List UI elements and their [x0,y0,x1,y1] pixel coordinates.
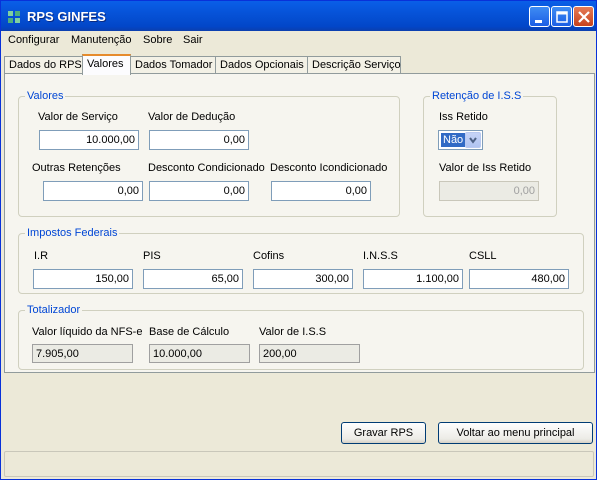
valor-servico-input[interactable] [39,130,139,150]
inss-input[interactable] [363,269,463,289]
menu-bar: Configurar Manutenção Sobre Sair [1,31,596,49]
desconto-incondicionado-label: Desconto Icondicionado [270,162,388,174]
minimize-icon [535,20,542,23]
menu-configurar[interactable]: Configurar [8,34,59,46]
menu-sobre[interactable]: Sobre [143,34,172,46]
valor-deducao-label: Valor de Dedução [148,111,236,123]
tab-valores[interactable]: Valores [82,54,131,75]
iss-retido-select[interactable]: Não [438,130,483,150]
retencao-legend: Retenção de I.S.S [432,90,522,102]
ir-input[interactable] [33,269,133,289]
valores-legend: Valores [27,90,64,102]
tab-dados-rps[interactable]: Dados do RPS [4,56,83,74]
tab-descricao-servico[interactable]: Descrição Serviço [307,56,401,74]
app-icon [8,11,20,23]
menu-manutencao[interactable]: Manutenção [71,34,132,46]
iss-retido-label: Iss Retido [439,111,488,123]
window-title: RPS GINFES [27,9,106,24]
tab-dados-opcionais[interactable]: Dados Opcionais [215,56,308,74]
valor-liquido-field [32,344,133,363]
valor-iss-label: Valor de I.S.S [259,326,327,338]
iss-retido-value: Não [441,133,466,147]
valor-iss-retido-label: Valor de Iss Retido [439,162,532,174]
voltar-menu-button[interactable]: Voltar ao menu principal [438,422,593,444]
title-bar: RPS GINFES [1,1,596,31]
base-calculo-label: Base de Cálculo [149,326,230,338]
cofins-input[interactable] [253,269,353,289]
gravar-rps-button[interactable]: Gravar RPS [341,422,426,444]
outras-retencoes-label: Outras Retenções [32,162,121,174]
menu-sair[interactable]: Sair [183,34,203,46]
status-bar [4,451,594,477]
pis-label: PIS [143,250,161,262]
desconto-incondicionado-input[interactable] [271,181,371,201]
base-calculo-field [149,344,250,363]
outras-retencoes-input[interactable] [43,181,143,201]
pis-input[interactable] [143,269,243,289]
ir-label: I.R [34,250,49,262]
impostos-legend: Impostos Federais [27,227,118,239]
maximize-icon [556,11,568,23]
valor-iss-field [259,344,360,363]
desconto-condicionado-input[interactable] [149,181,249,201]
valor-servico-label: Valor de Serviço [38,111,118,123]
valor-liquido-label: Valor líquido da NFS-e [32,326,143,338]
cofins-label: Cofins [253,250,285,262]
tab-dados-tomador[interactable]: Dados Tomador [130,56,216,74]
csll-input[interactable] [469,269,569,289]
chevron-down-icon[interactable] [465,132,481,148]
main-window: RPS GINFES Configurar Manutenção Sobre S… [0,0,597,480]
csll-label: CSLL [469,250,497,262]
close-icon [578,11,590,23]
close-button[interactable] [573,6,594,27]
maximize-button[interactable] [551,6,572,27]
valor-iss-retido-input [439,181,539,201]
minimize-button[interactable] [529,6,550,27]
inss-label: I.N.S.S [363,250,398,262]
totalizador-legend: Totalizador [27,304,81,316]
valor-deducao-input[interactable] [149,130,249,150]
desconto-condicionado-label: Desconto Condicionado [148,162,265,174]
